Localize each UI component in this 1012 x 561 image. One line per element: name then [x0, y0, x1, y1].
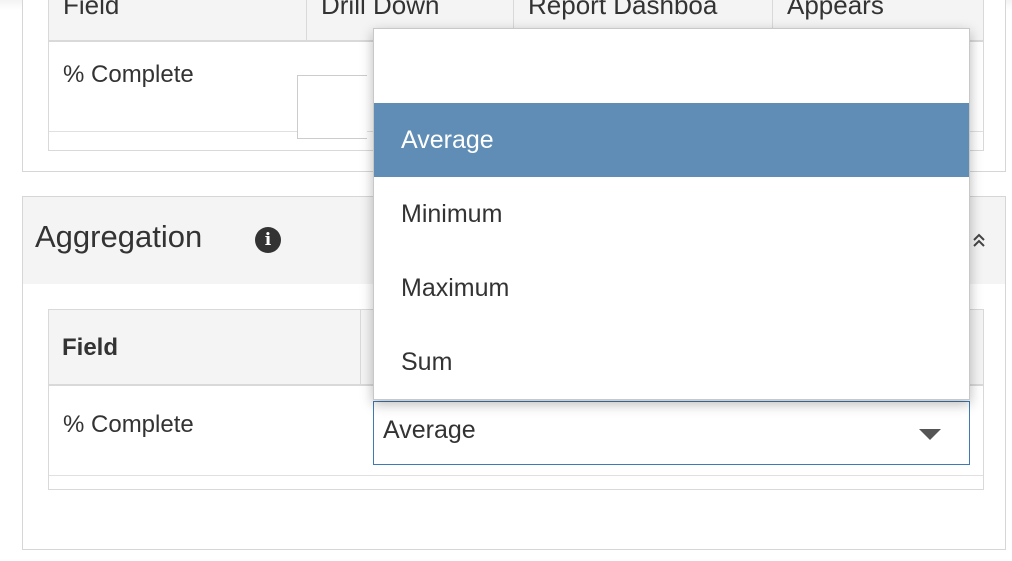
double-chevron-up-icon[interactable] [969, 231, 989, 251]
dropdown-option-minimum[interactable]: Minimum [374, 177, 969, 251]
field-name: % Complete [63, 411, 194, 438]
field-name: % Complete [63, 61, 194, 88]
column-header-label: Field [62, 334, 119, 361]
aggregation-dropdown-list: Average Minimum Maximum Sum [373, 28, 970, 400]
column-header-label: Appears [787, 0, 884, 20]
aggregation-title: Aggregation [35, 219, 203, 254]
dropdown-empty-option[interactable] [374, 29, 969, 103]
info-icon[interactable]: i [255, 227, 281, 253]
dropdown-option-sum[interactable]: Sum [374, 325, 969, 399]
column-header-field: Field [49, 0, 307, 40]
column-header-label: Report Dashboa [528, 0, 718, 20]
aggregation-select[interactable]: Average [373, 401, 970, 465]
dropdown-option-maximum[interactable]: Maximum [374, 251, 969, 325]
select-value: Average [383, 416, 476, 444]
column-header-label: Field [63, 0, 120, 20]
caret-down-icon[interactable] [919, 429, 941, 440]
column-header-label: Drill Down [321, 0, 440, 20]
drill-down-select[interactable] [297, 75, 367, 139]
dropdown-option-average[interactable]: Average [374, 103, 969, 177]
column-header-field: Field [49, 310, 361, 384]
